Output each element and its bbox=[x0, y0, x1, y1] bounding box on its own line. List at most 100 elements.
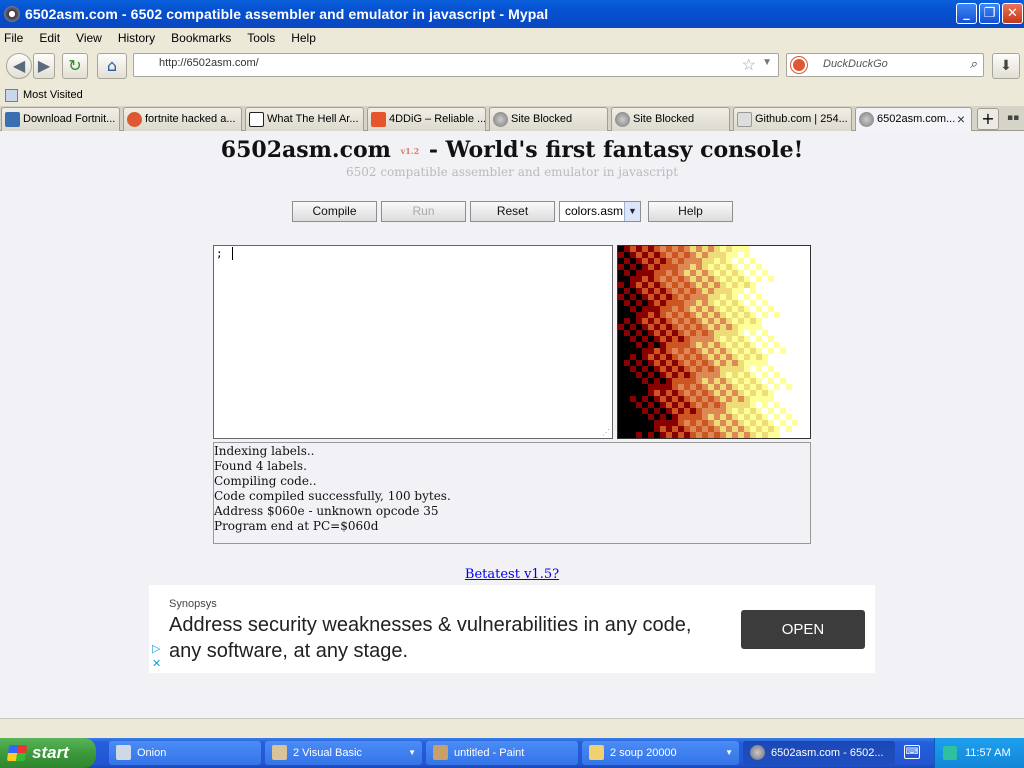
screen-pixel bbox=[696, 402, 702, 408]
taskbar: start Onion 2 Visual Basic ▼ untitled - … bbox=[0, 738, 1024, 768]
screen-pixel bbox=[780, 354, 786, 360]
tab-item[interactable]: Site Blocked bbox=[489, 107, 608, 131]
minimize-button[interactable]: _ bbox=[956, 3, 977, 24]
tab-item[interactable]: Site Blocked bbox=[611, 107, 730, 131]
screen-pixel bbox=[714, 336, 720, 342]
screen-pixel bbox=[786, 294, 792, 300]
taskbar-item[interactable]: 2 soup 20000 ▼ bbox=[582, 741, 739, 765]
back-icon[interactable]: ◀ bbox=[6, 53, 32, 79]
tab-list-dropdown-icon[interactable]: ▪▪ bbox=[1007, 113, 1019, 123]
screen-pixel bbox=[798, 402, 804, 408]
menu-help[interactable]: Help bbox=[291, 31, 316, 45]
ad-close-icon[interactable]: ✕ bbox=[152, 657, 161, 670]
screen-pixel bbox=[624, 246, 630, 252]
screen-pixel bbox=[690, 426, 696, 432]
menu-edit[interactable]: Edit bbox=[39, 31, 60, 45]
home-icon[interactable]: ⌂ bbox=[97, 53, 127, 79]
screen-pixel bbox=[660, 276, 666, 282]
screen-pixel bbox=[774, 330, 780, 336]
tab-close-icon[interactable]: × bbox=[957, 111, 965, 127]
clock[interactable]: 11:57 AM bbox=[965, 747, 1011, 759]
menu-file[interactable]: File bbox=[4, 31, 23, 45]
url-bar[interactable]: http://6502asm.com/ ☆ ▼ bbox=[133, 53, 779, 77]
screen-pixel bbox=[762, 408, 768, 414]
search-icon[interactable]: ⌕ bbox=[970, 56, 977, 72]
resize-grip-icon[interactable]: ⋰ bbox=[602, 428, 610, 437]
keyboard-icon[interactable]: ⌨ bbox=[904, 745, 920, 759]
screen-pixel bbox=[636, 390, 642, 396]
screen-pixel bbox=[642, 276, 648, 282]
file-select[interactable]: colors.asm ▼ bbox=[559, 201, 641, 222]
screen-pixel bbox=[630, 324, 636, 330]
screen-pixel bbox=[762, 360, 768, 366]
taskbar-item-active[interactable]: 6502asm.com - 6502... bbox=[743, 741, 895, 765]
new-tab-button[interactable]: + bbox=[977, 108, 999, 130]
screen-pixel bbox=[756, 354, 762, 360]
screen-pixel bbox=[654, 324, 660, 330]
help-button[interactable]: Help bbox=[648, 201, 733, 222]
screen-pixel bbox=[630, 408, 636, 414]
screen-pixel bbox=[804, 342, 810, 348]
search-input[interactable]: DuckDuckGo ⌕ bbox=[786, 53, 984, 77]
taskbar-item[interactable]: Onion bbox=[109, 741, 261, 765]
screen-pixel bbox=[762, 432, 768, 438]
tab-item[interactable]: 4DDiG – Reliable ... bbox=[367, 107, 486, 131]
ad-headline[interactable]: Address security weaknesses & vulnerabil… bbox=[169, 612, 709, 664]
tab-item[interactable]: What The Hell Ar... bbox=[245, 107, 364, 131]
bookmark-most-visited[interactable]: Most Visited bbox=[23, 89, 83, 101]
betatest-link[interactable]: Betatest v1.5? bbox=[0, 567, 1024, 582]
screen-pixel bbox=[732, 354, 738, 360]
screen-pixel bbox=[786, 324, 792, 330]
group-dropdown-icon[interactable]: ▼ bbox=[725, 741, 733, 765]
run-button[interactable]: Run bbox=[381, 201, 466, 222]
screen-pixel bbox=[690, 270, 696, 276]
advertisement[interactable]: Synopsys Address security weaknesses & v… bbox=[149, 585, 875, 673]
ad-choices-icon[interactable]: ▷ bbox=[152, 642, 160, 655]
tab-item[interactable]: Download Fortnit... bbox=[1, 107, 120, 131]
screen-pixel bbox=[702, 270, 708, 276]
menu-tools[interactable]: Tools bbox=[247, 31, 275, 45]
screen-pixel bbox=[648, 282, 654, 288]
screen-pixel bbox=[750, 402, 756, 408]
page-content: 6502asm.com v1.2 - World's first fantasy… bbox=[0, 131, 1024, 718]
screen-pixel bbox=[624, 336, 630, 342]
screen-pixel bbox=[618, 258, 624, 264]
menu-bookmarks[interactable]: Bookmarks bbox=[171, 31, 231, 45]
taskbar-item[interactable]: untitled - Paint bbox=[426, 741, 578, 765]
screen-pixel bbox=[720, 396, 726, 402]
network-icon[interactable] bbox=[943, 746, 957, 760]
code-editor[interactable]: ; ⋰ bbox=[213, 245, 613, 439]
screen-pixel bbox=[792, 306, 798, 312]
ad-open-button[interactable]: OPEN bbox=[741, 610, 865, 649]
screen-pixel bbox=[630, 318, 636, 324]
download-icon[interactable]: ⬇ bbox=[992, 53, 1020, 79]
start-button[interactable]: start bbox=[0, 738, 96, 768]
taskbar-item[interactable]: 2 Visual Basic ▼ bbox=[265, 741, 422, 765]
menu-history[interactable]: History bbox=[118, 31, 155, 45]
url-history-dropdown-icon[interactable]: ▼ bbox=[762, 57, 772, 68]
screen-pixel bbox=[642, 306, 648, 312]
screen-pixel bbox=[696, 432, 702, 438]
screen-pixel bbox=[768, 354, 774, 360]
reload-icon[interactable]: ↻ bbox=[62, 53, 88, 79]
compile-button[interactable]: Compile bbox=[292, 201, 377, 222]
maximize-button[interactable]: ❐ bbox=[979, 3, 1000, 24]
screen-pixel bbox=[768, 390, 774, 396]
group-dropdown-icon[interactable]: ▼ bbox=[408, 741, 416, 765]
tab-item[interactable]: fortnite hacked a... bbox=[123, 107, 242, 131]
screen-pixel bbox=[672, 366, 678, 372]
screen-pixel bbox=[792, 360, 798, 366]
tab-item[interactable]: Github.com | 254... bbox=[733, 107, 852, 131]
duckduckgo-icon[interactable] bbox=[791, 57, 807, 73]
screen-pixel bbox=[726, 252, 732, 258]
forward-icon[interactable]: ▶ bbox=[33, 53, 55, 79]
reset-button[interactable]: Reset bbox=[470, 201, 555, 222]
tab-item-active[interactable]: 6502asm.com... × bbox=[855, 107, 972, 131]
screen-pixel bbox=[720, 384, 726, 390]
bookmark-star-icon[interactable]: ☆ bbox=[742, 55, 756, 75]
close-button[interactable]: ✕ bbox=[1002, 3, 1023, 24]
menu-view[interactable]: View bbox=[76, 31, 102, 45]
screen-pixel bbox=[732, 432, 738, 438]
chevron-down-icon[interactable]: ▼ bbox=[624, 202, 640, 221]
screen-pixel bbox=[696, 390, 702, 396]
